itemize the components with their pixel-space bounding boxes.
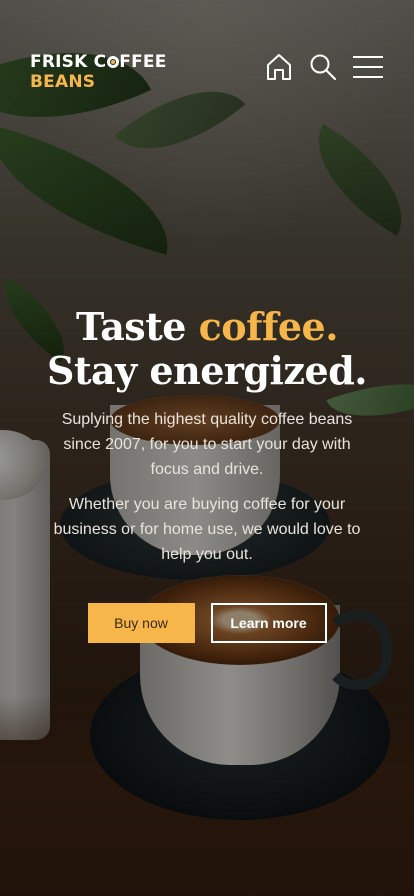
logo-line2: BEANS [30, 72, 96, 92]
hero-buttons: Buy now Learn more [20, 603, 394, 643]
hero-section: Taste coffee. Stay energized. Suplying t… [20, 305, 394, 643]
brand-logo[interactable]: FRISK C FFEE BEANS [30, 52, 167, 92]
home-icon[interactable] [264, 52, 294, 82]
headline-part1: Taste [76, 304, 199, 349]
nav-icons [264, 52, 384, 82]
logo-line1: FRISK C FFEE [30, 52, 167, 72]
hero-headline: Taste coffee. Stay energized. [20, 305, 394, 393]
search-icon[interactable] [308, 52, 338, 82]
top-nav: FRISK C FFEE BEANS [30, 50, 384, 94]
hero-paragraph-1: Suplying the highest quality coffee bean… [61, 411, 353, 478]
buy-now-button[interactable]: Buy now [87, 603, 195, 643]
learn-more-button[interactable]: Learn more [210, 603, 327, 643]
hero-paragraph-2: Whether you are buying coffee for your b… [53, 496, 361, 563]
menu-icon[interactable] [352, 52, 384, 82]
headline-line2: Stay energized. [47, 348, 368, 393]
coffee-bean-icon [106, 56, 119, 68]
headline-accent: coffee. [198, 304, 339, 349]
